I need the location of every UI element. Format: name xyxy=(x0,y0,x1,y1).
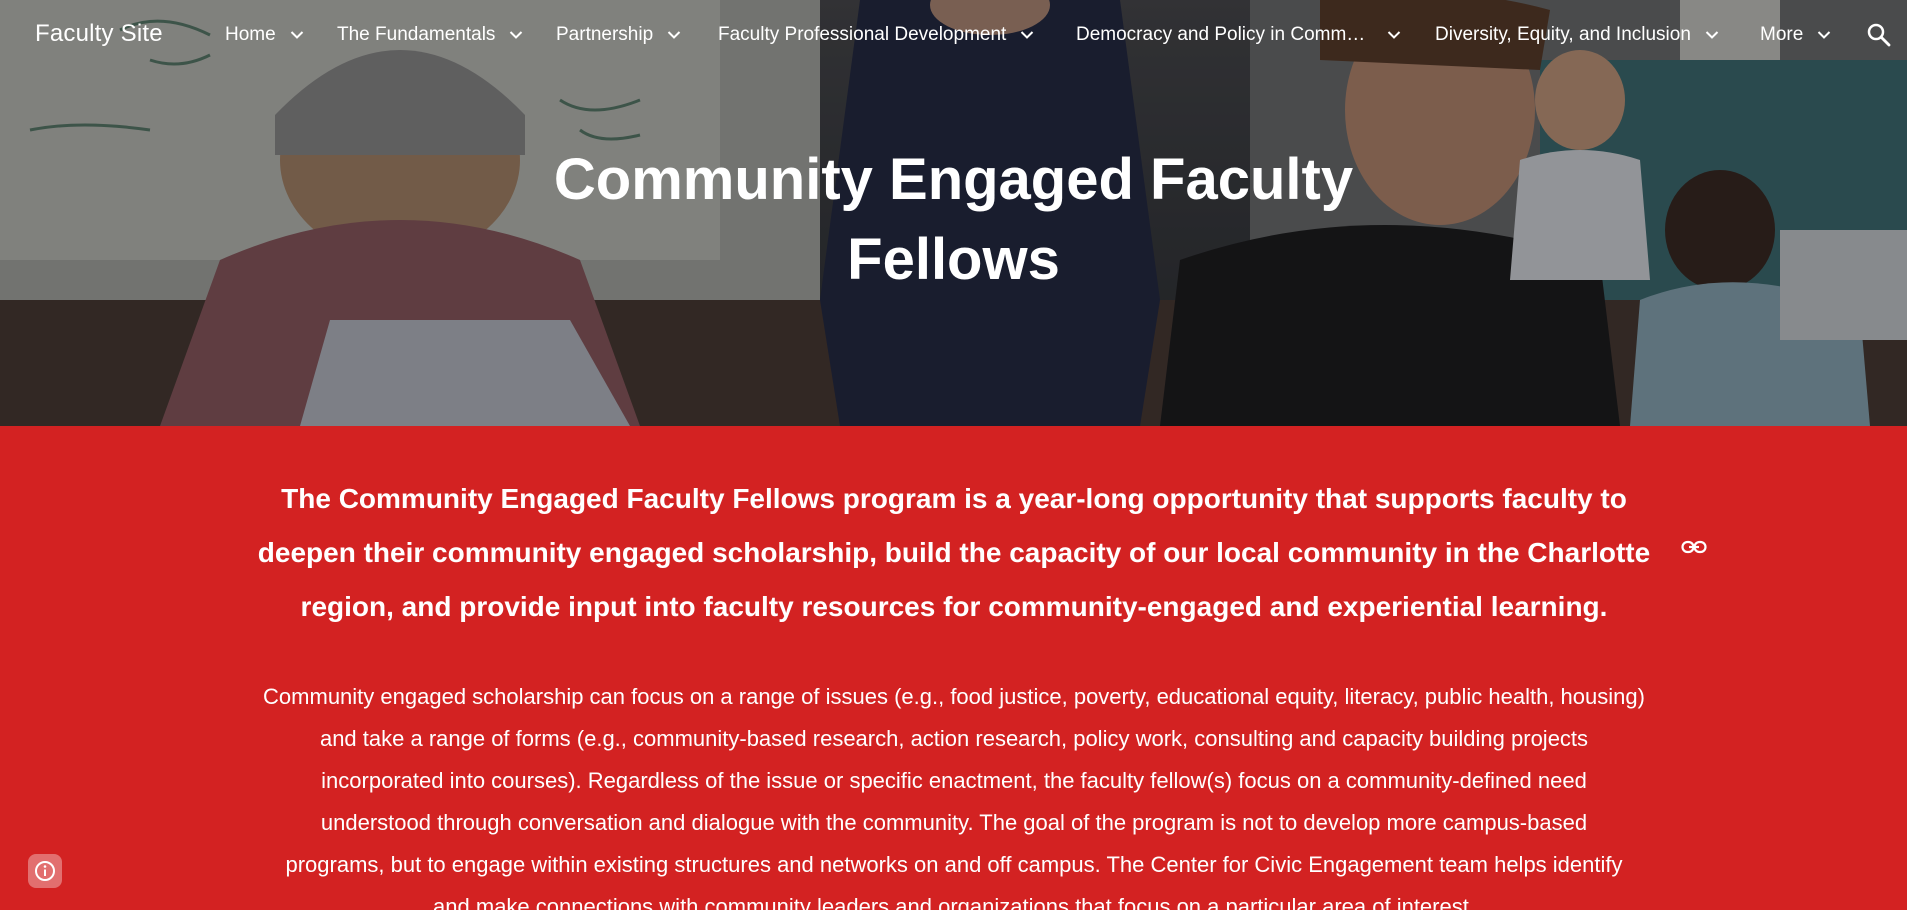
nav-item-more[interactable]: More xyxy=(1760,24,1831,46)
nav-item-home[interactable]: Home xyxy=(225,24,304,46)
chevron-down-icon[interactable] xyxy=(667,30,681,40)
lead-heading-line: region, and provide input into faculty r… xyxy=(300,591,1608,622)
chevron-down-icon[interactable] xyxy=(509,30,523,40)
body-paragraph-line: and take a range of forms (e.g., communi… xyxy=(319,726,1589,751)
nav-item-diversity-equity-inclusion[interactable]: Diversity, Equity, and Inclusion xyxy=(1435,24,1719,46)
body-paragraph-line: Community engaged scholarship can focus … xyxy=(263,684,1645,709)
page-title-line: Community Engaged Faculty xyxy=(553,147,1354,212)
body-paragraph: Community engaged scholarship can focus … xyxy=(230,676,1678,910)
nav-item-label: The Fundamentals xyxy=(337,24,496,45)
lead-heading: The Community Engaged Faculty Fellows pr… xyxy=(250,472,1658,634)
top-navigation: Faculty Site Home The Fundamentals Partn… xyxy=(0,0,1907,74)
site-info-button[interactable] xyxy=(28,854,62,888)
nav-item-label: Home xyxy=(225,24,276,45)
site-title-link[interactable]: Faculty Site xyxy=(35,20,163,48)
body-paragraph-line: incorporated into courses). Regardless o… xyxy=(321,768,1587,793)
nav-item-label: Faculty Professional Development xyxy=(718,24,1007,45)
chevron-down-icon[interactable] xyxy=(1020,30,1034,40)
page-title: Community Engaged Faculty Fellows xyxy=(0,140,1907,300)
info-icon xyxy=(35,861,55,881)
body-paragraph-line: and make connections with community lead… xyxy=(433,894,1475,910)
page-title-line: Fellows xyxy=(847,227,1060,292)
search-icon[interactable] xyxy=(1866,22,1892,48)
nav-item-faculty-professional-development[interactable]: Faculty Professional Development xyxy=(718,24,1034,46)
nav-item-democracy-and-policy[interactable]: Democracy and Policy in Comm… xyxy=(1076,24,1401,46)
nav-item-partnership[interactable]: Partnership xyxy=(556,24,681,46)
body-paragraph-line: programs, but to engage within existing … xyxy=(285,852,1623,877)
nav-item-label: More xyxy=(1760,24,1804,45)
chevron-down-icon[interactable] xyxy=(290,30,304,40)
link-icon[interactable] xyxy=(1681,536,1707,558)
chevron-down-icon[interactable] xyxy=(1387,30,1401,40)
nav-item-the-fundamentals[interactable]: The Fundamentals xyxy=(337,24,523,46)
nav-item-label: Democracy and Policy in Comm… xyxy=(1076,24,1366,45)
main-content: The Community Engaged Faculty Fellows pr… xyxy=(0,426,1907,910)
lead-heading-line: deepen their community engaged scholarsh… xyxy=(257,537,1651,568)
nav-item-label: Partnership xyxy=(556,24,654,45)
body-paragraph-line: understood through conversation and dial… xyxy=(320,810,1588,835)
chevron-down-icon[interactable] xyxy=(1817,30,1831,40)
nav-item-label: Diversity, Equity, and Inclusion xyxy=(1435,24,1691,45)
lead-heading-line: The Community Engaged Faculty Fellows pr… xyxy=(281,483,1627,514)
hero-banner: Faculty Site Home The Fundamentals Partn… xyxy=(0,0,1907,426)
chevron-down-icon[interactable] xyxy=(1705,30,1719,40)
